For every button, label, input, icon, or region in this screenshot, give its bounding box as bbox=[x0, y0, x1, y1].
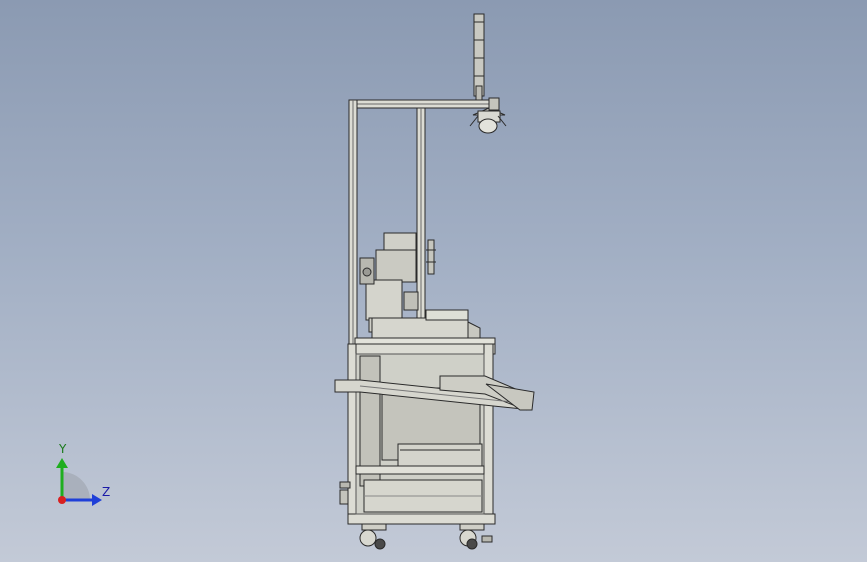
z-arrowhead-icon bbox=[92, 494, 102, 506]
triad-graphic bbox=[56, 458, 102, 506]
machine-model[interactable] bbox=[0, 0, 867, 562]
lower-frame bbox=[347, 343, 496, 525]
camera-unit bbox=[469, 107, 507, 134]
y-axis-label: Y bbox=[59, 442, 67, 456]
side-fitting bbox=[339, 481, 351, 505]
z-axis-label: Z bbox=[102, 485, 111, 499]
y-arrowhead-icon bbox=[56, 458, 68, 468]
signal-tower bbox=[473, 13, 485, 101]
orientation-triad: Y Z bbox=[40, 438, 120, 518]
cad-viewport[interactable]: Y Z bbox=[0, 0, 867, 562]
triad-quadrant bbox=[62, 472, 90, 500]
casters bbox=[359, 523, 493, 550]
origin-dot bbox=[58, 496, 66, 504]
